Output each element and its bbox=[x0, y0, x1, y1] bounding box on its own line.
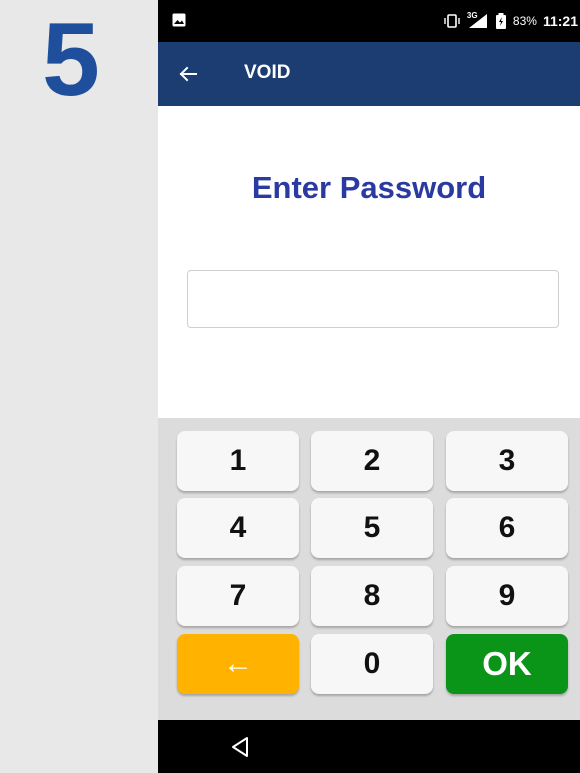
battery-icon bbox=[495, 13, 506, 29]
triangle-back-icon[interactable] bbox=[230, 736, 250, 758]
numeric-keypad: 1 2 3 4 5 6 7 8 9 ← 0 OK bbox=[158, 418, 580, 720]
key-8[interactable]: 8 bbox=[311, 566, 433, 626]
clock: 11:21 bbox=[542, 13, 578, 29]
key-1[interactable]: 1 bbox=[177, 431, 299, 491]
key-4[interactable]: 4 bbox=[177, 498, 299, 558]
status-bar: 3G 83% 11:21 bbox=[158, 0, 580, 42]
key-3[interactable]: 3 bbox=[446, 431, 568, 491]
battery-percent: 83% bbox=[512, 14, 537, 28]
key-6[interactable]: 6 bbox=[446, 498, 568, 558]
key-2[interactable]: 2 bbox=[311, 431, 433, 491]
key-7[interactable]: 7 bbox=[177, 566, 299, 626]
step-number: 5 bbox=[42, 2, 100, 118]
prompt-heading: Enter Password bbox=[251, 170, 487, 205]
key-9[interactable]: 9 bbox=[446, 566, 568, 626]
network-type-label: 3G bbox=[466, 11, 478, 20]
image-icon bbox=[172, 13, 186, 27]
ok-button[interactable]: OK bbox=[446, 634, 568, 694]
key-0[interactable]: 0 bbox=[311, 634, 433, 694]
key-5[interactable]: 5 bbox=[311, 498, 433, 558]
password-field[interactable] bbox=[187, 270, 559, 328]
arrow-left-icon[interactable] bbox=[176, 62, 200, 86]
system-nav-bar bbox=[158, 720, 580, 773]
app-bar: VOID bbox=[158, 42, 580, 106]
vibrate-icon bbox=[444, 14, 460, 28]
phone-screen: 3G 83% 11:21 VOID Enter Password 1 2 3 4… bbox=[158, 0, 580, 773]
screen-title: VOID bbox=[244, 62, 291, 83]
status-indicators: 3G 83% 11:21 bbox=[443, 0, 580, 42]
backspace-key[interactable]: ← bbox=[177, 634, 299, 694]
signal-icon: 3G bbox=[466, 11, 489, 29]
